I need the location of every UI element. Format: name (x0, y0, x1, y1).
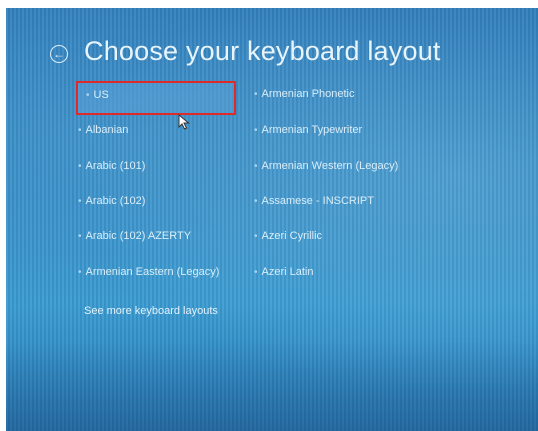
layout-option-arabic-102[interactable]: • Arabic (102) (76, 193, 147, 209)
bullet-icon: • (254, 196, 258, 207)
layout-option-azeri-cyrillic[interactable]: • Azeri Cyrillic (252, 228, 324, 244)
layout-option-label: Armenian Eastern (Legacy) (85, 266, 220, 278)
bullet-icon: • (78, 231, 82, 242)
bullet-icon: • (86, 90, 90, 101)
layout-option-armenian-typewriter[interactable]: • Armenian Typewriter (252, 122, 364, 138)
back-arrow-icon[interactable]: ← (50, 45, 68, 63)
layout-option-label: Arabic (102) AZERTY (85, 230, 192, 242)
layout-option-label: Arabic (102) (85, 195, 146, 207)
keyboard-layout-screen: ← Choose your keyboard layout • US • Alban… (6, 8, 538, 431)
layout-option-label: Assamese - INSCRIPT (261, 195, 374, 207)
layout-option-armenian-phonetic[interactable]: • Armenian Phonetic (252, 86, 356, 102)
layout-option-label: Armenian Typewriter (261, 124, 363, 136)
bullet-icon: • (254, 89, 258, 100)
bullet-icon: • (78, 267, 82, 278)
layout-option-label: Armenian Western (Legacy) (261, 160, 399, 172)
layout-option-azeri-latin[interactable]: • Azeri Latin (252, 264, 316, 280)
page-title: Choose your keyboard layout (84, 36, 441, 66)
bullet-icon: • (254, 125, 258, 136)
see-more-layouts-link[interactable]: See more keyboard layouts (84, 305, 218, 317)
bullet-icon: • (254, 231, 258, 242)
layout-option-label: Azeri Latin (261, 266, 314, 278)
bullet-icon: • (78, 196, 82, 207)
layout-option-label: Armenian Phonetic (261, 88, 355, 100)
layout-option-label: US (93, 89, 109, 101)
layout-option-arabic-102-azerty[interactable]: • Arabic (102) AZERTY (76, 228, 193, 244)
layout-option-label: Azeri Cyrillic (261, 230, 323, 242)
bullet-icon: • (78, 161, 82, 172)
layout-option-label: Albanian (85, 124, 129, 136)
bullet-icon: • (254, 161, 258, 172)
mouse-pointer-icon (178, 114, 190, 130)
layout-option-us[interactable]: • US (76, 81, 236, 115)
bullet-icon: • (254, 267, 258, 278)
top-margin (0, 0, 538, 8)
layout-option-assamese-inscript[interactable]: • Assamese - INSCRIPT (252, 193, 376, 209)
layout-option-label: Arabic (101) (85, 160, 146, 172)
layout-option-armenian-eastern[interactable]: • Armenian Eastern (Legacy) (76, 264, 221, 280)
layout-option-armenian-western[interactable]: • Armenian Western (Legacy) (252, 158, 400, 174)
layout-option-arabic-101[interactable]: • Arabic (101) (76, 158, 147, 174)
layout-option-albanian[interactable]: • Albanian (76, 122, 130, 138)
bullet-icon: • (78, 125, 82, 136)
